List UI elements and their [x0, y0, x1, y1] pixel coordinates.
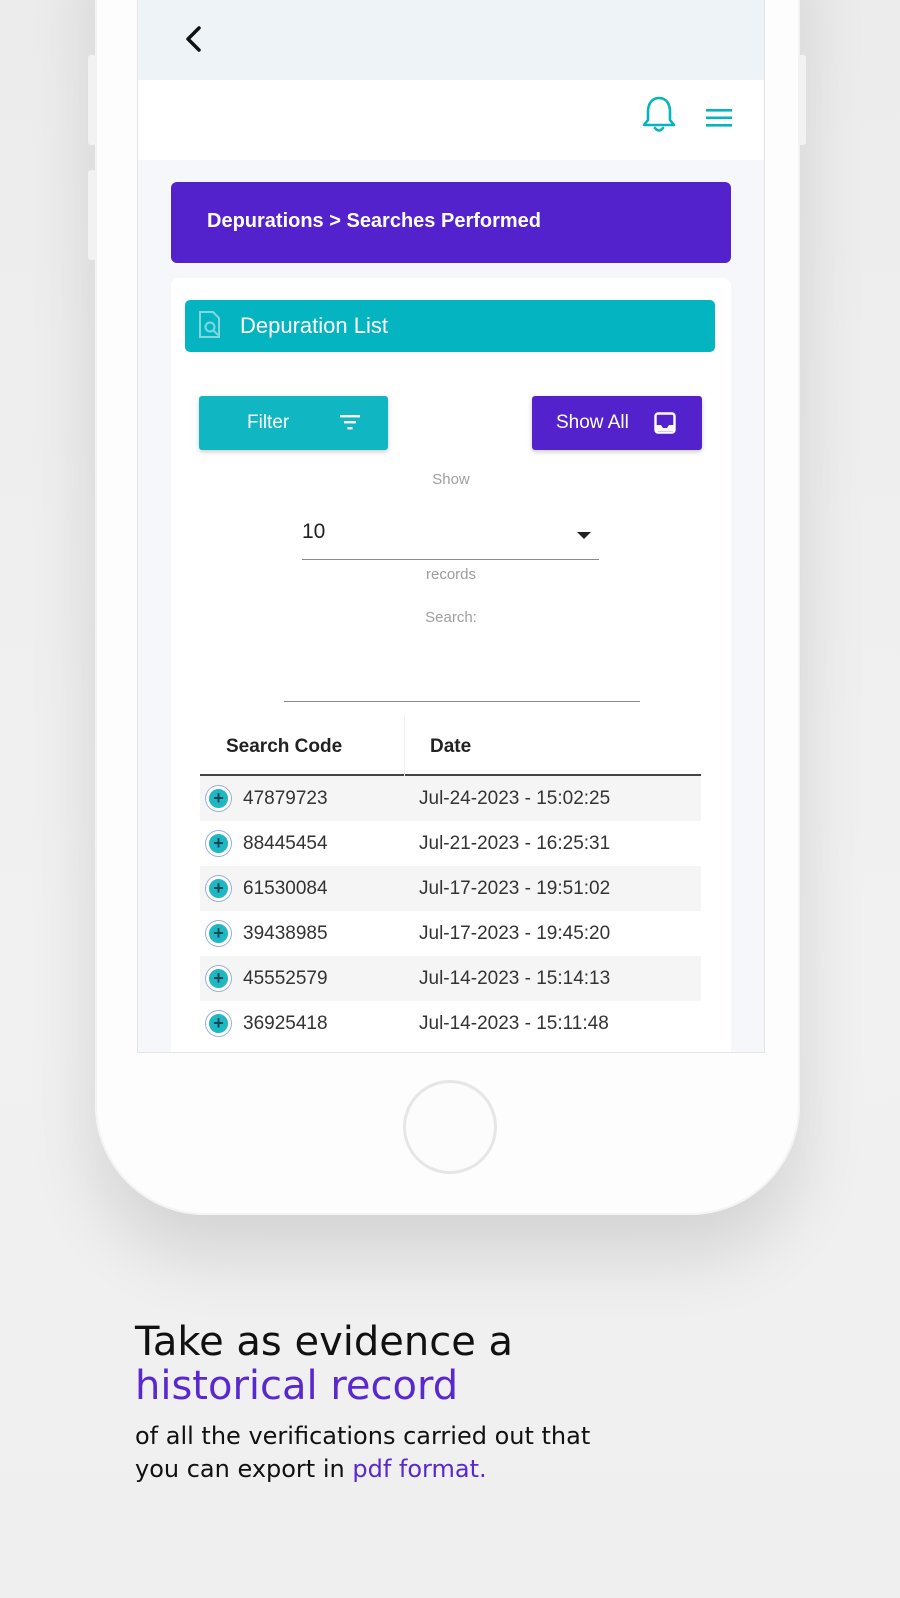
table-row[interactable]: + 39438985 Jul-17-2023 - 19:45:20 [200, 911, 701, 956]
tagline-description-line-1: of all the verifications carried out tha… [135, 1422, 591, 1450]
search-code: 39438985 [243, 923, 328, 944]
tagline-description-text: you can export in [135, 1455, 353, 1483]
tagline-pdf-highlight: pdf format. [352, 1455, 487, 1483]
search-date: Jul-17-2023 - 19:45:20 [419, 923, 611, 944]
bell-icon[interactable] [641, 94, 677, 134]
show-all-button-label: Show All [556, 412, 629, 433]
tagline-description-line-2: you can export in pdf format. [135, 1453, 590, 1486]
document-search-icon [199, 311, 220, 338]
search-code: 36925418 [243, 1013, 328, 1034]
depuration-list-card: Depuration List Filter Show All Show 10 … [171, 278, 731, 1052]
expand-row-icon[interactable]: + [206, 1011, 231, 1036]
app-bar [138, 80, 764, 160]
hamburger-menu-icon[interactable] [704, 106, 734, 130]
phone-side-button [798, 55, 806, 145]
show-label: Show [432, 471, 470, 488]
page-size-select[interactable]: 10 [302, 506, 599, 560]
search-code: 61530084 [243, 878, 328, 899]
expand-row-icon[interactable]: + [206, 966, 231, 991]
tagline-highlight: historical record [135, 1363, 459, 1409]
phone-side-button [88, 55, 96, 145]
search-date: Jul-14-2023 - 15:11:48 [419, 1013, 609, 1034]
records-label: records [425, 566, 477, 583]
filter-icon [340, 415, 360, 430]
search-code: 45552579 [243, 968, 328, 989]
search-date: Jul-24-2023 - 15:02:25 [419, 788, 611, 809]
page-size-value: 10 [302, 520, 326, 543]
table-header: Search Code Date [200, 716, 701, 776]
tagline-line-1: Take as evidence a [135, 1319, 514, 1365]
search-date: Jul-21-2023 - 16:25:31 [419, 833, 611, 854]
table-row[interactable]: + 47879723 Jul-24-2023 - 15:02:25 [200, 776, 701, 821]
search-date: Jul-14-2023 - 15:14:13 [419, 968, 611, 989]
expand-row-icon[interactable]: + [206, 876, 231, 901]
show-all-button[interactable]: Show All [532, 396, 702, 450]
back-arrow-icon[interactable] [180, 22, 208, 56]
table-row[interactable]: + 36925418 Jul-14-2023 - 15:11:48 [200, 1001, 701, 1046]
table-row[interactable]: + 45552579 Jul-14-2023 - 15:14:13 [200, 956, 701, 1001]
search-input[interactable] [284, 658, 640, 702]
dropdown-caret-icon [577, 532, 591, 539]
expand-row-icon[interactable]: + [206, 786, 231, 811]
column-header-date[interactable]: Date [430, 736, 471, 758]
inbox-icon [654, 412, 676, 434]
search-code: 47879723 [243, 788, 328, 809]
phone-side-button [88, 170, 96, 260]
table-row[interactable]: + 61530084 Jul-17-2023 - 19:51:02 [200, 866, 701, 911]
tagline-description: of all the verifications carried out tha… [135, 1420, 590, 1486]
home-button[interactable] [403, 1080, 497, 1174]
card-header: Depuration List [185, 300, 715, 352]
column-header-search-code[interactable]: Search Code [226, 736, 342, 758]
filter-button[interactable]: Filter [199, 396, 388, 450]
search-date: Jul-17-2023 - 19:51:02 [419, 878, 611, 899]
breadcrumb: Depurations > Searches Performed [171, 182, 731, 263]
search-label: Search: [425, 609, 477, 626]
filter-button-label: Filter [247, 412, 290, 433]
column-divider [404, 716, 405, 776]
table-row[interactable]: + 88445454 Jul-21-2023 - 16:25:31 [200, 821, 701, 866]
card-title: Depuration List [240, 313, 388, 338]
top-bar [138, 0, 764, 80]
search-results-table: Search Code Date + 47879723 Jul-24-2023 … [200, 716, 701, 1046]
marketing-tagline: Take as evidence a historical record of … [135, 1320, 590, 1486]
expand-row-icon[interactable]: + [206, 921, 231, 946]
search-code: 88445454 [243, 833, 328, 854]
expand-row-icon[interactable]: + [206, 831, 231, 856]
phone-screen: Depurations > Searches Performed Depurat… [138, 0, 764, 1052]
